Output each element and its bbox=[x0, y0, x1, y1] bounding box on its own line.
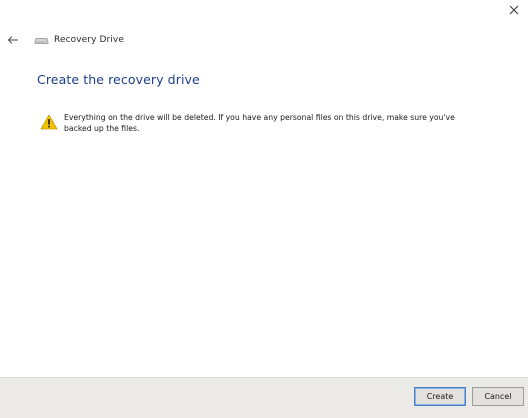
back-arrow-icon bbox=[7, 36, 18, 44]
drive-icon bbox=[34, 38, 49, 44]
back-button[interactable] bbox=[5, 33, 21, 47]
warning-message: Everything on the drive will be deleted.… bbox=[40, 112, 480, 134]
cancel-button[interactable]: Cancel bbox=[472, 387, 524, 406]
close-button[interactable] bbox=[504, 1, 524, 19]
recovery-drive-window: Recovery Drive Create the recovery drive… bbox=[0, 0, 528, 418]
button-bar: Create Cancel bbox=[0, 377, 528, 418]
window-title-bar: Recovery Drive bbox=[34, 32, 124, 48]
warning-icon bbox=[40, 114, 58, 130]
page-heading: Create the recovery drive bbox=[37, 72, 200, 87]
window-title: Recovery Drive bbox=[54, 35, 124, 45]
close-icon bbox=[509, 5, 519, 15]
warning-text: Everything on the drive will be deleted.… bbox=[64, 113, 455, 133]
create-button[interactable]: Create bbox=[414, 387, 466, 406]
